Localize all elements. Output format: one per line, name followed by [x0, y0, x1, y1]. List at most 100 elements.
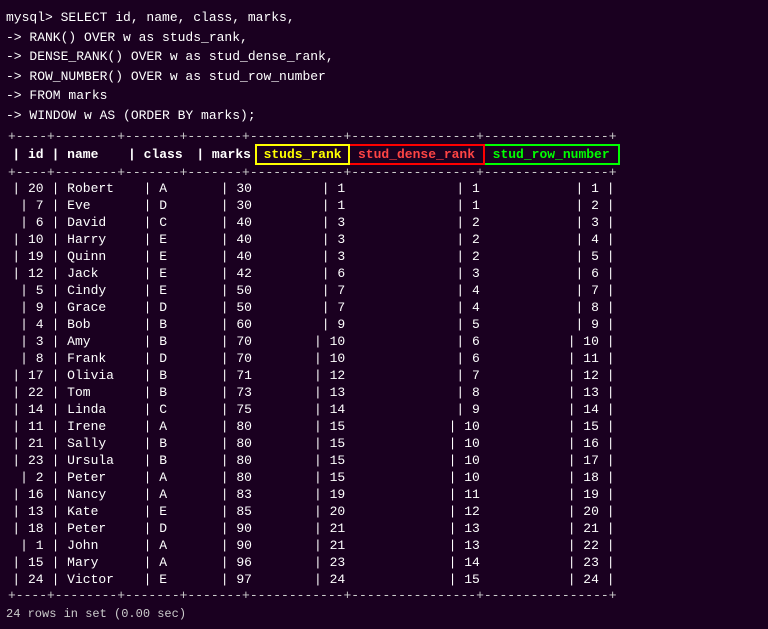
cell-class: | C — [122, 401, 188, 418]
cell-class: | D — [122, 350, 188, 367]
cell-name: | Grace — [48, 299, 123, 316]
cell-id: | 24 — [6, 571, 48, 588]
cell-marks: | 75 — [189, 401, 256, 418]
cell-studs-rank: | 15 — [256, 435, 349, 452]
cell-id: | 11 — [6, 418, 48, 435]
cell-id: | 23 — [6, 452, 48, 469]
cell-class: | D — [122, 299, 188, 316]
cell-studs-rank: | 3 — [256, 248, 349, 265]
cell-class: | B — [122, 452, 188, 469]
cell-dense-rank: | 6 — [349, 333, 484, 350]
cell-name: | Peter — [48, 469, 123, 486]
table-row: | 6 | David | C | 40 | 3 | 2 | 3 | — [6, 214, 619, 231]
cell-class: | E — [122, 265, 188, 282]
cell-marks: | 90 — [189, 520, 256, 537]
table-row: | 1 | John | A | 90 | 21 | 13 | 22 | — [6, 537, 619, 554]
cell-id: | 13 — [6, 503, 48, 520]
cell-dense-rank: | 3 — [349, 265, 484, 282]
cell-dense-rank: | 11 — [349, 486, 484, 503]
cell-name: | Eve — [48, 197, 123, 214]
cell-studs-rank: | 21 — [256, 537, 349, 554]
table-row: | 22 | Tom | B | 73 | 13 | 8 | 13 | — [6, 384, 619, 401]
cell-marks: | 83 — [189, 486, 256, 503]
cell-dense-rank: | 2 — [349, 231, 484, 248]
table-row: | 10 | Harry | E | 40 | 3 | 2 | 4 | — [6, 231, 619, 248]
cell-class: | A — [122, 537, 188, 554]
cell-class: | C — [122, 214, 188, 231]
cell-name: | Linda — [48, 401, 123, 418]
cell-dense-rank: | 4 — [349, 282, 484, 299]
cell-row-number: | 5 | — [484, 248, 619, 265]
cell-studs-rank: | 12 — [256, 367, 349, 384]
cell-row-number: | 1 | — [484, 180, 619, 197]
cell-marks: | 80 — [189, 435, 256, 452]
cell-dense-rank: | 10 — [349, 452, 484, 469]
cell-marks: | 85 — [189, 503, 256, 520]
cell-dense-rank: | 14 — [349, 554, 484, 571]
table-row: | 2 | Peter | A | 80 | 15 | 10 | 18 | — [6, 469, 619, 486]
cell-studs-rank: | 1 — [256, 180, 349, 197]
table-row: | 13 | Kate | E | 85 | 20 | 12 | 20 | — [6, 503, 619, 520]
cell-class: | A — [122, 486, 188, 503]
cell-row-number: | 24 | — [484, 571, 619, 588]
cell-row-number: | 8 | — [484, 299, 619, 316]
cell-marks: | 40 — [189, 248, 256, 265]
cell-marks: | 80 — [189, 469, 256, 486]
row-number-header: stud_row_number — [484, 145, 619, 164]
cell-id: | 8 — [6, 350, 48, 367]
cell-class: | E — [122, 571, 188, 588]
cell-id: | 15 — [6, 554, 48, 571]
cell-row-number: | 10 | — [484, 333, 619, 350]
cell-name: | Tom — [48, 384, 123, 401]
dense-rank-header: stud_dense_rank — [349, 145, 484, 164]
cell-id: | 22 — [6, 384, 48, 401]
cell-row-number: | 3 | — [484, 214, 619, 231]
cell-studs-rank: | 24 — [256, 571, 349, 588]
results-table: +----+--------+-------+-------+---------… — [6, 129, 620, 603]
cell-studs-rank: | 3 — [256, 231, 349, 248]
prompt-line-5: -> FROM marks — [6, 86, 762, 106]
table-row: | 3 | Amy | B | 70 | 10 | 6 | 10 | — [6, 333, 619, 350]
table-row: | 8 | Frank | D | 70 | 10 | 6 | 11 | — [6, 350, 619, 367]
cell-name: | Irene — [48, 418, 123, 435]
cell-studs-rank: | 10 — [256, 350, 349, 367]
cell-row-number: | 19 | — [484, 486, 619, 503]
cell-id: | 1 — [6, 537, 48, 554]
cell-id: | 12 — [6, 265, 48, 282]
cell-row-number: | 9 | — [484, 316, 619, 333]
cell-row-number: | 12 | — [484, 367, 619, 384]
cell-row-number: | 21 | — [484, 520, 619, 537]
cell-marks: | 42 — [189, 265, 256, 282]
cell-marks: | 96 — [189, 554, 256, 571]
cell-row-number: | 23 | — [484, 554, 619, 571]
table-row: | 18 | Peter | D | 90 | 21 | 13 | 21 | — [6, 520, 619, 537]
cell-row-number: | 7 | — [484, 282, 619, 299]
cell-marks: | 90 — [189, 537, 256, 554]
cell-marks: | 70 — [189, 350, 256, 367]
table-row: | 4 | Bob | B | 60 | 9 | 5 | 9 | — [6, 316, 619, 333]
cell-row-number: | 20 | — [484, 503, 619, 520]
cell-dense-rank: | 10 — [349, 435, 484, 452]
table-row: | 24 | Victor | E | 97 | 24 | 15 | 24 | — [6, 571, 619, 588]
table-row: | 5 | Cindy | E | 50 | 7 | 4 | 7 | — [6, 282, 619, 299]
cell-dense-rank: | 7 — [349, 367, 484, 384]
cell-id: | 16 — [6, 486, 48, 503]
cell-studs-rank: | 15 — [256, 418, 349, 435]
table-row: | 19 | Quinn | E | 40 | 3 | 2 | 5 | — [6, 248, 619, 265]
cell-name: | Olivia — [48, 367, 123, 384]
cell-studs-rank: | 15 — [256, 469, 349, 486]
footer-text: 24 rows in set (0.00 sec) — [6, 607, 762, 621]
cell-name: | Amy — [48, 333, 123, 350]
cell-marks: | 60 — [189, 316, 256, 333]
divider-top: +----+--------+-------+-------+---------… — [6, 129, 619, 145]
cell-dense-rank: | 10 — [349, 469, 484, 486]
cell-row-number: | 17 | — [484, 452, 619, 469]
cell-marks: | 50 — [189, 299, 256, 316]
cell-id: | 4 — [6, 316, 48, 333]
cell-dense-rank: | 1 — [349, 180, 484, 197]
cell-studs-rank: | 21 — [256, 520, 349, 537]
cell-row-number: | 14 | — [484, 401, 619, 418]
cell-id: | 9 — [6, 299, 48, 316]
cell-class: | B — [122, 367, 188, 384]
cell-id: | 14 — [6, 401, 48, 418]
